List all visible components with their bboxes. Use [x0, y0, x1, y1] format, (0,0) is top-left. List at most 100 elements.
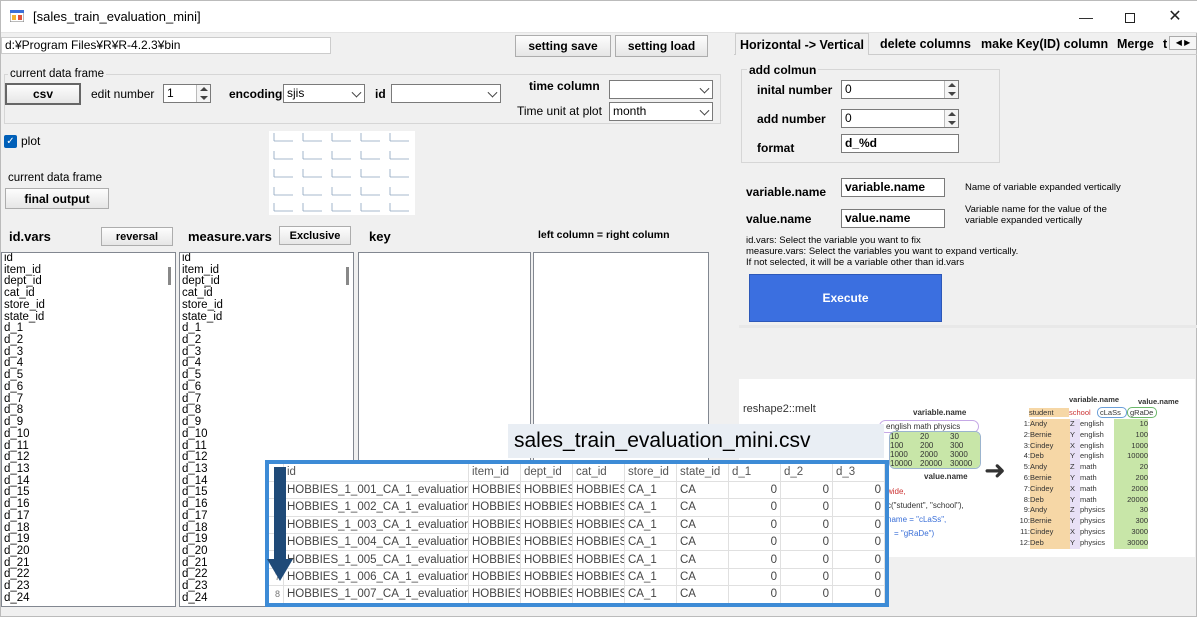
column-header[interactable]: dept_id — [520, 464, 573, 482]
final-output-button[interactable]: final output — [5, 188, 109, 209]
id-vars-list-item[interactable]: d_2 — [2, 334, 175, 347]
id-vars-list-item[interactable]: d_6 — [2, 381, 175, 394]
plot-thumbnail — [269, 131, 415, 215]
r-path-input[interactable]: d:¥Program Files¥R¥R-4.2.3¥bin — [1, 37, 331, 54]
measure-vars-list-item[interactable]: d_10 — [180, 428, 353, 441]
time-column-select[interactable] — [609, 80, 713, 99]
column-header[interactable]: id — [283, 464, 469, 482]
csv-button[interactable]: csv — [5, 83, 81, 105]
minimize-icon: — — [1079, 9, 1093, 25]
id-vars-list-item[interactable]: d_5 — [2, 369, 175, 382]
id-vars-list-item[interactable]: d_7 — [2, 393, 175, 406]
id-vars-list[interactable]: id item_id dept_id cat_id store_id state_id d_… — [1, 252, 176, 607]
close-button[interactable]: ✕ — [1152, 1, 1197, 33]
measure-vars-list-item[interactable]: state_id — [180, 311, 353, 324]
tab-horizontal-vertical[interactable]: Horizontal -> Vertical — [735, 33, 869, 55]
measure-vars-list-item[interactable]: d_5 — [180, 369, 353, 382]
illustration-wide-values: 10 20 30 100 200 300 1000 2000 3000 10000 20000… — [889, 431, 981, 469]
column-header[interactable]: d_3 — [832, 464, 885, 482]
column-header[interactable]: store_id — [624, 464, 677, 482]
initial-number-spin[interactable] — [944, 81, 958, 98]
preview-grid[interactable]: id item_id dept_id cat_id store_id state_id d_… — [265, 460, 889, 607]
add-number-stepper[interactable]: 0 — [841, 109, 959, 128]
id-vars-list-item[interactable]: state_id — [2, 311, 175, 324]
id-vars-list-item[interactable]: d_8 — [2, 405, 175, 417]
edit-number-spin[interactable] — [196, 85, 210, 102]
value-name-input[interactable]: value.name — [841, 209, 945, 228]
add-column-group-label: add colmun — [747, 63, 819, 77]
id-select[interactable] — [391, 84, 501, 103]
table-cell: HOBBIES_1_003_CA_1_evaluation — [283, 516, 469, 535]
table-row[interactable]: HOBBIES_1_004_CA_1_evaluationHOBBIES_HOB… — [269, 533, 885, 552]
table-cell: 0 — [832, 498, 885, 517]
illustration-wide-row: 1000 2000 3000 — [890, 450, 980, 459]
table-row[interactable]: HOBBIES_1_002_CA_1_evaluationHOBBIES_HOB… — [269, 498, 885, 517]
id-vars-list-item[interactable]: d_1 — [2, 323, 175, 335]
illustration-long-row: 10:Bernie Yphysics 300 — [1019, 516, 1148, 527]
illustration-wide-row: 10000 20000 30000 — [890, 459, 980, 468]
id-vars-list-item[interactable]: d_3 — [2, 346, 175, 359]
measure-vars-list-item[interactable]: d_6 — [180, 381, 353, 394]
setting-save-button[interactable]: setting save — [515, 35, 611, 57]
setting-load-button[interactable]: setting load — [615, 35, 708, 57]
add-number-spin[interactable] — [944, 110, 958, 127]
edit-number-stepper[interactable]: 1 — [163, 84, 211, 103]
id-vars-list-item[interactable]: d_10 — [2, 428, 175, 441]
maximize-icon — [1125, 13, 1135, 24]
format-input[interactable]: d_%d — [841, 134, 959, 153]
encoding-select[interactable]: sjis — [283, 84, 365, 103]
table-row[interactable]: 7HOBBIES_1_006_CA_1_evaluationHOBBIES_HO… — [269, 568, 885, 587]
table-cell: HOBBIES_ — [468, 481, 521, 500]
tab-delete-columns[interactable]: delete columns — [876, 33, 975, 55]
table-row[interactable]: HOBBIES_1_001_CA_1_evaluationHOBBIES_HOB… — [269, 481, 885, 500]
column-header[interactable]: cat_id — [572, 464, 625, 482]
id-vars-list-item[interactable]: d_20 — [2, 545, 175, 558]
id-vars-list-item[interactable]: store_id — [2, 299, 175, 312]
id-vars-scrollbar[interactable] — [165, 253, 175, 606]
illustration-long-row: 8:Deb Ymath 20000 — [1023, 494, 1148, 506]
table-cell: HOBBIES_1_002_CA_1_evaluation — [283, 498, 469, 517]
tab-scroll-buttons[interactable]: ◀ ▶ — [1169, 36, 1197, 50]
measure-vars-list-item[interactable]: store_id — [180, 299, 353, 312]
id-vars-list-item[interactable]: id — [2, 253, 175, 265]
table-cell: 0 — [780, 516, 833, 535]
tab-merge[interactable]: Merge — [1113, 33, 1158, 55]
id-vars-list-item[interactable]: d_13 — [2, 463, 175, 476]
measure-vars-list-item[interactable]: d_2 — [180, 334, 353, 347]
illustration-caption: reshape2::melt — [743, 403, 816, 415]
table-row[interactable]: HOBBIES_1_003_CA_1_evaluationHOBBIES_HOB… — [269, 516, 885, 535]
table-row[interactable]: HOBBIES_1_005_CA_1_evaluationHOBBIES_HOB… — [269, 550, 885, 569]
initial-number-stepper[interactable]: 0 — [841, 80, 959, 99]
measure-vars-list-item[interactable]: d_4 — [180, 358, 353, 370]
exclusive-button[interactable]: Exclusive — [279, 226, 351, 245]
key-label: key — [369, 229, 391, 244]
measure-vars-list-item[interactable]: id — [180, 253, 353, 265]
table-cell: CA — [676, 585, 729, 603]
column-header[interactable]: item_id — [468, 464, 521, 482]
time-unit-select[interactable]: month — [609, 102, 713, 121]
execute-button[interactable]: Execute — [749, 274, 942, 322]
measure-vars-list-item[interactable]: d_3 — [180, 346, 353, 359]
column-header[interactable]: d_2 — [780, 464, 833, 482]
id-vars-list-item[interactable]: d_4 — [2, 358, 175, 370]
variable-name-input[interactable]: variable.name — [841, 178, 945, 197]
table-row[interactable]: 8HOBBIES_1_007_CA_1_evaluationHOBBIES_HO… — [269, 585, 885, 603]
row-header: 8 — [269, 585, 284, 603]
measure-vars-list-item[interactable]: d_8 — [180, 405, 353, 417]
minimize-button[interactable]: — — [1063, 1, 1109, 33]
id-vars-list-item[interactable]: d_24 — [2, 592, 175, 605]
table-cell: HOBBIES_1_004_CA_1_evaluation — [283, 533, 469, 552]
column-header[interactable]: d_1 — [728, 464, 781, 482]
measure-vars-list-item[interactable]: d_7 — [180, 393, 353, 406]
measure-vars-list-item[interactable]: d_1 — [180, 323, 353, 335]
edit-number-value: 1 — [167, 86, 174, 100]
plot-checkbox[interactable]: ✓ — [4, 135, 17, 148]
encoding-label: encoding — [229, 87, 283, 101]
column-header[interactable]: state_id — [676, 464, 729, 482]
table-cell: CA — [676, 498, 729, 517]
maximize-button[interactable] — [1107, 1, 1153, 33]
tab-make-key-column[interactable]: make Key(ID) column — [977, 33, 1112, 55]
id-vars-list-item[interactable]: d_17 — [2, 510, 175, 523]
help-line-3: If not selected, it will be a variable o… — [746, 257, 965, 268]
reversal-button[interactable]: reversal — [101, 227, 173, 246]
